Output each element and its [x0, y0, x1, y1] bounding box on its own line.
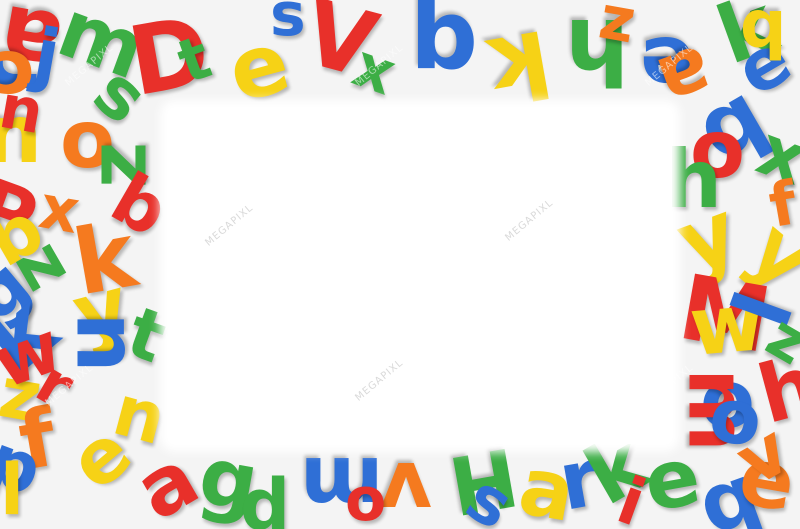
- magnetic-letter: q: [410, 0, 479, 103]
- photo: amrDeVqkheakeouzPbkzgykuzfpelagmvHarkeqe…: [0, 0, 800, 529]
- magnetic-letter: d: [240, 464, 291, 529]
- magnetic-letter: v: [380, 444, 433, 529]
- blank-center-area: [168, 108, 672, 444]
- magnetic-letter: l: [0, 449, 24, 529]
- magnetic-letter: k: [481, 8, 559, 123]
- magnetic-letter: o: [345, 465, 387, 529]
- magnetic-letter: z: [594, 0, 641, 58]
- magnetic-letter: b: [740, 0, 787, 70]
- magnetic-letter: s: [270, 0, 306, 50]
